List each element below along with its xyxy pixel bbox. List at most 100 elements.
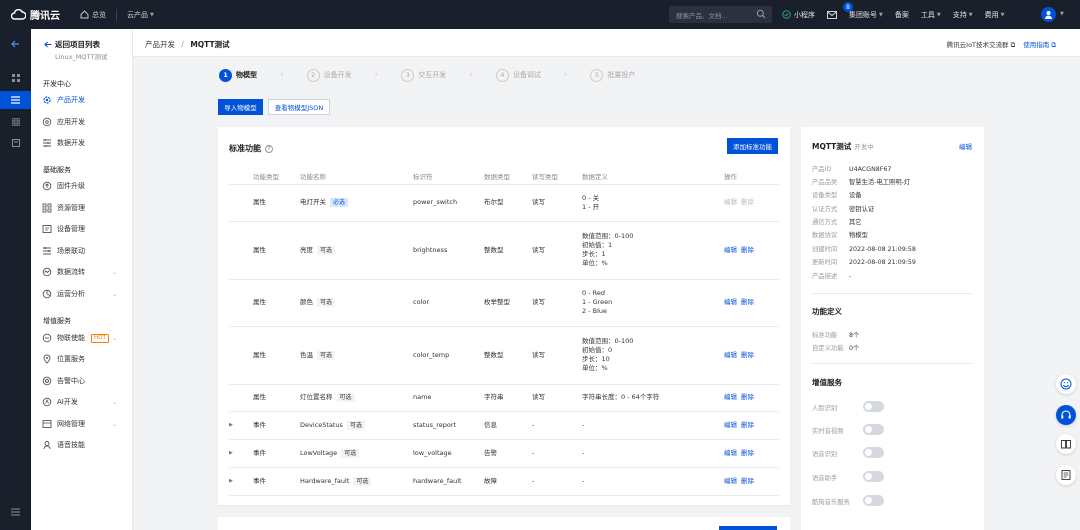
notes-icon[interactable]: [1056, 465, 1076, 485]
expand-caret-icon[interactable]: ▶: [229, 450, 233, 456]
vas-assistant-toggle[interactable]: [863, 471, 884, 482]
search-icon: [756, 9, 766, 19]
vas-music-label: 酷狗音乐服务: [812, 499, 850, 506]
costs-menu[interactable]: 费用 ▼: [985, 10, 1005, 20]
sidebar-item-data-flow[interactable]: 数据流转 ⌄: [42, 264, 127, 280]
apps-icon[interactable]: [0, 113, 31, 131]
book-icon[interactable]: [1056, 434, 1076, 454]
product-info-panel: MQTT测试 开发中 编辑 产品ID U4ACGN8F67 产品品类 智慧生活-电工照…: [801, 127, 984, 530]
help-icon[interactable]: ?: [265, 144, 273, 153]
messages-button[interactable]: [827, 10, 837, 19]
edit-button[interactable]: 编辑: [724, 246, 737, 254]
group-account-menu[interactable]: 集团账号 ▼: [849, 10, 883, 20]
sidebar-item-app-dev[interactable]: 应用开发: [42, 114, 127, 130]
back-to-projects-link[interactable]: 返回项目列表: [44, 39, 100, 50]
edit-button[interactable]: 编辑: [724, 351, 737, 359]
expand-caret-icon[interactable]: ▶: [229, 478, 233, 484]
community-link[interactable]: 腾讯云IoT技术交流群 ⧉: [947, 39, 1016, 50]
sidebar-item-enable[interactable]: 物联使能 HOT ⌄: [42, 330, 127, 346]
breadcrumb-root[interactable]: 产品开发: [145, 40, 175, 49]
caret-down-icon: ▼: [1000, 11, 1005, 18]
delete-button[interactable]: 删除: [741, 246, 754, 254]
step-mass-production[interactable]: 5 批量投产: [590, 68, 635, 82]
edit-button[interactable]: 编辑: [724, 393, 737, 401]
smiley-icon[interactable]: [1056, 374, 1076, 394]
grid-icon[interactable]: [0, 69, 31, 87]
vas-music-toggle[interactable]: [863, 495, 884, 506]
optional-tag: 可选: [317, 298, 336, 307]
sidebar-item-analytics[interactable]: 运营分析 ⌄: [42, 286, 127, 302]
tools-menu[interactable]: 工具 ▼: [921, 10, 941, 20]
step-device-dev[interactable]: 2 设备开发: [306, 68, 352, 82]
func-def-title: 功能定义: [812, 307, 842, 316]
delete-button[interactable]: 删除: [741, 477, 754, 485]
headset-icon[interactable]: [1056, 405, 1076, 425]
products-menu[interactable]: 云产品 ▼: [127, 10, 154, 20]
func-standard-count: 标准功能 8个: [812, 332, 860, 339]
guide-link[interactable]: 使用指南 ⧉: [1023, 39, 1056, 50]
sidebar-item-voice[interactable]: 语音技能: [42, 437, 127, 453]
vas-asr-toggle[interactable]: [863, 447, 884, 458]
edit-button[interactable]: 编辑: [724, 477, 737, 485]
group-title-basic: 基础服务: [43, 166, 71, 174]
network-icon: [42, 419, 52, 429]
step-interaction-dev[interactable]: 3 交互开发: [401, 68, 446, 82]
delete-button[interactable]: 删除: [741, 351, 754, 359]
flow-icon: [42, 267, 52, 277]
import-model-button[interactable]: 导入物模型: [218, 99, 263, 115]
functions-table: 功能类型 功能名称 标识符 数据类型 读写类型 数据定义 操作 属性 电灯开关必…: [229, 168, 779, 496]
edit-button[interactable]: 编辑: [724, 449, 737, 457]
sidebar-item-network[interactable]: 网络管理 ⌄: [42, 416, 127, 432]
alarm-icon: [42, 376, 52, 386]
expand-caret-icon[interactable]: ▶: [229, 422, 233, 428]
required-tag: 必选: [330, 198, 349, 207]
delete-button[interactable]: 删除: [741, 393, 754, 401]
delete-button[interactable]: 删除: [741, 449, 754, 457]
vas-face-toggle[interactable]: [863, 401, 884, 412]
edit-product-button[interactable]: 编辑: [959, 141, 972, 151]
add-custom-function-button[interactable]: [719, 526, 777, 530]
mini-program-link[interactable]: 小程序: [782, 10, 815, 20]
edit-button[interactable]: 编辑: [724, 298, 737, 306]
step-thing-model[interactable]: 1 物模型: [219, 68, 257, 82]
sidebar-item-scenes[interactable]: 场景联动: [42, 243, 127, 259]
sidebar-item-ai[interactable]: AI开发 ⌄: [42, 394, 127, 410]
sidebar-item-data-dev[interactable]: 数据开发: [42, 135, 127, 151]
search-input[interactable]: 搜索产品、文档...: [669, 6, 772, 23]
avatar[interactable]: [1041, 7, 1056, 22]
sidebar-item-location[interactable]: 位置服务: [42, 351, 127, 367]
billing-link[interactable]: 备案: [895, 10, 909, 20]
document-icon[interactable]: [0, 134, 31, 152]
sidebar-item-devices[interactable]: 设备管理: [42, 221, 127, 237]
col-identifier: 标识符: [413, 168, 484, 185]
sidebar-item-resources[interactable]: 资源管理: [42, 200, 127, 216]
info-auth: 认证方式 密钥认证: [812, 206, 875, 213]
collapse-arrow-icon[interactable]: [0, 35, 31, 53]
sidebar-item-alarms[interactable]: 告警中心: [42, 373, 127, 389]
logo[interactable]: 腾讯云: [0, 7, 70, 22]
edit-button[interactable]: 编辑: [724, 421, 737, 429]
chevron-down-icon: ⌄: [111, 290, 117, 298]
step-device-debug[interactable]: 4 设备调试: [495, 68, 541, 82]
list-icon[interactable]: [0, 91, 31, 109]
sidebar-item-firmware[interactable]: 固件升级: [42, 178, 127, 194]
message-count-badge: 8: [843, 2, 853, 12]
scene-icon: [42, 246, 52, 256]
delete-button[interactable]: 删除: [741, 298, 754, 306]
support-menu[interactable]: 支持 ▼: [953, 10, 973, 20]
optional-tag: 可选: [341, 448, 360, 458]
breadcrumb-current: MQTT测试: [190, 40, 230, 49]
sidebar-item-product-dev[interactable]: 产品开发: [42, 92, 127, 108]
add-standard-function-button[interactable]: 添加标准功能: [727, 138, 778, 154]
view-json-button[interactable]: 查看物模型JSON: [268, 99, 330, 115]
delete-button[interactable]: 删除: [741, 421, 754, 429]
edit-button: 编辑: [724, 198, 737, 206]
table-row: ▶ 事件 DeviceStatus 可选 status_report 信息 - -…: [229, 411, 779, 440]
card-title: 标准功能 ?: [229, 143, 273, 154]
overview-link[interactable]: 总览: [80, 10, 106, 20]
vas-rtc-toggle[interactable]: [863, 424, 884, 435]
status-badge: 开发中: [854, 143, 874, 151]
top-right-actions: 小程序 集团账号 ▼ 备案 工具 ▼ 支持 ▼ 费用 ▼: [782, 0, 1016, 29]
menu-toggle-icon[interactable]: [0, 503, 31, 521]
divider: [116, 8, 117, 21]
